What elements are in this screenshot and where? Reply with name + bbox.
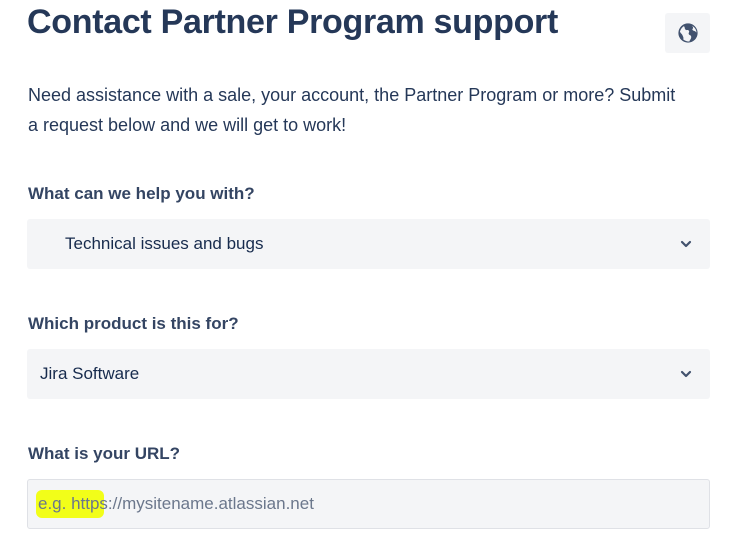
url-input[interactable] [28, 480, 709, 528]
help-topic-select[interactable]: Technical issues and bugs [27, 219, 710, 269]
help-topic-value: Technical issues and bugs [65, 234, 264, 253]
intro-text: Need assistance with a sale, your accoun… [28, 85, 676, 135]
chevron-down-icon [680, 370, 692, 378]
language-button[interactable] [665, 13, 710, 53]
url-label: What is your URL? [28, 444, 181, 463]
chevron-down-icon [680, 240, 692, 248]
globe-icon [677, 22, 699, 44]
contact-support-page: Contact Partner Program support Need ass… [0, 0, 750, 548]
help-topic-label: What can we help you with? [28, 184, 255, 203]
product-value: Jira Software [40, 364, 140, 383]
page-title: Contact Partner Program support [27, 3, 558, 41]
url-field-container [27, 479, 710, 529]
product-label: Which product is this for? [28, 314, 239, 333]
product-select[interactable]: Jira Software [27, 349, 710, 399]
